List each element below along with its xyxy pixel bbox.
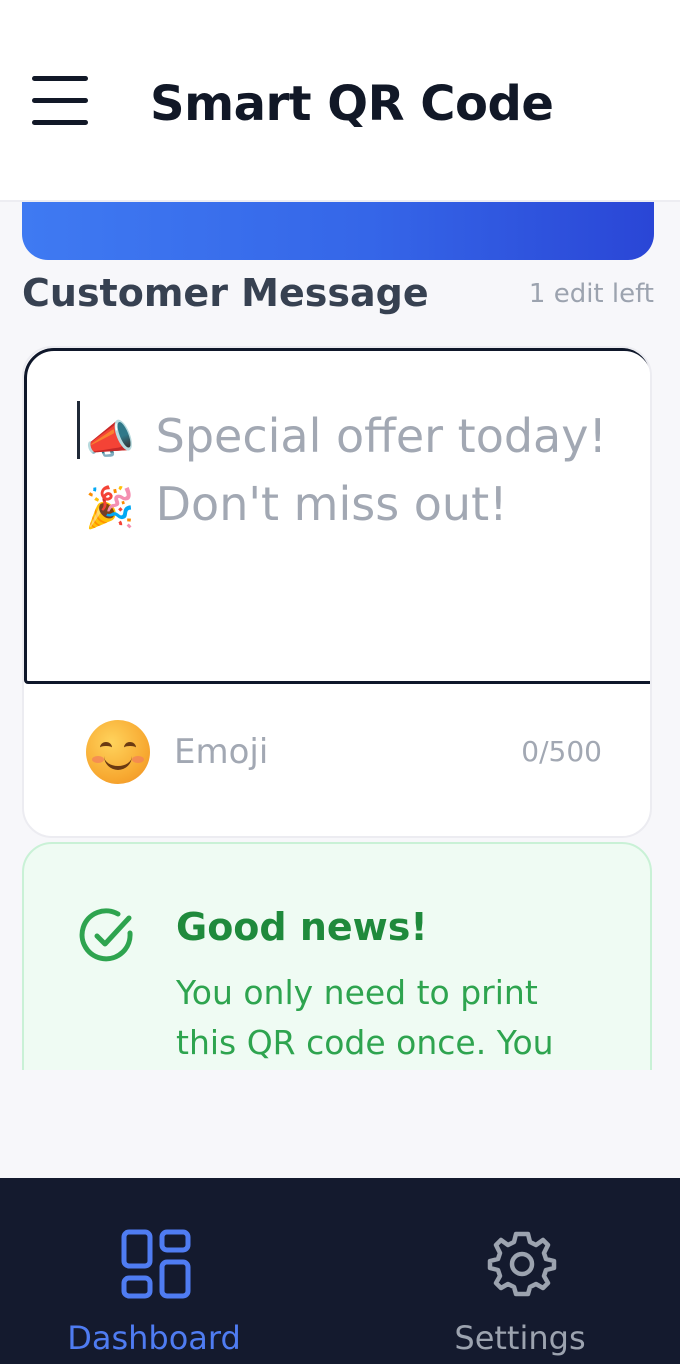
- edits-left-counter: 1 edit left: [528, 279, 654, 309]
- nav-label-dashboard: Dashboard: [67, 1319, 241, 1357]
- nav-item-dashboard[interactable]: Dashboard: [24, 1228, 284, 1364]
- emoji-button-label: Emoji: [174, 732, 269, 772]
- character-count: 0/500: [521, 735, 602, 768]
- bottom-navigation: Dashboard Settings: [0, 1178, 680, 1364]
- app-screen: Smart QR Code Customer Message 1 edit le…: [0, 0, 680, 1364]
- megaphone-icon: 📣: [85, 416, 135, 463]
- placeholder-text-2: Don't miss out!: [155, 477, 508, 531]
- check-circle-icon: [79, 908, 133, 962]
- text-cursor: [77, 401, 80, 459]
- scroll-content[interactable]: Customer Message 1 edit left 📣 Special o…: [0, 202, 680, 1070]
- app-title: Smart QR Code: [150, 76, 554, 132]
- gear-icon: [487, 1231, 557, 1297]
- info-title: Good news!: [176, 905, 428, 949]
- customer-message-input[interactable]: 📣 Special offer today! 🎉 Don't miss out!: [24, 348, 650, 684]
- message-card: 📣 Special offer today! 🎉 Don't miss out!…: [22, 346, 652, 838]
- dashboard-grid-icon: [121, 1229, 191, 1299]
- placeholder-text-1: Special offer today!: [155, 409, 607, 463]
- message-placeholder-line-2: 🎉 Don't miss out!: [85, 473, 508, 539]
- hamburger-menu-icon[interactable]: [30, 74, 90, 130]
- nav-item-settings[interactable]: Settings: [390, 1228, 650, 1364]
- app-header: Smart QR Code: [0, 0, 680, 202]
- party-popper-icon: 🎉: [85, 484, 135, 531]
- smiling-face-icon: [86, 720, 150, 784]
- good-news-card: Good news! You only need to print this Q…: [22, 842, 652, 1070]
- message-placeholder-line-1: 📣 Special offer today!: [85, 405, 607, 471]
- section-title: Customer Message: [22, 271, 429, 315]
- emoji-button[interactable]: Emoji: [86, 720, 268, 784]
- primary-action-button[interactable]: [22, 202, 654, 260]
- info-text: You only need to print this QR code once…: [176, 973, 554, 1062]
- nav-label-settings: Settings: [454, 1319, 586, 1357]
